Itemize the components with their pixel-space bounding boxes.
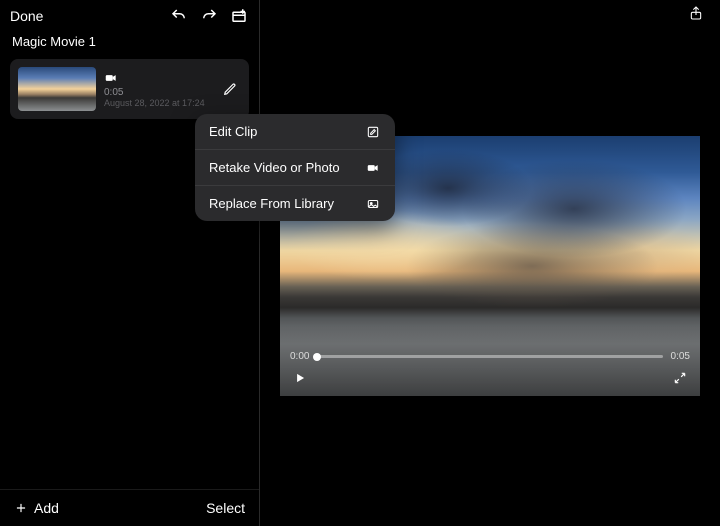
menu-edit-clip[interactable]: Edit Clip (195, 114, 395, 150)
current-time: 0:00 (290, 351, 309, 362)
total-time: 0:05 (671, 351, 690, 362)
plus-icon (14, 501, 28, 515)
photo-library-icon (365, 197, 381, 211)
add-label: Add (34, 500, 59, 516)
player-controls (290, 368, 690, 388)
main-top-bar (260, 0, 720, 26)
camera-icon (365, 161, 381, 175)
menu-replace-label: Replace From Library (209, 196, 334, 211)
share-button[interactable] (686, 3, 706, 23)
redo-button[interactable] (199, 6, 219, 26)
clip-date: August 28, 2022 at 17:24 (104, 98, 211, 108)
clip-context-menu: Edit Clip Retake Video or Photo Replace … (195, 114, 395, 221)
menu-replace[interactable]: Replace From Library (195, 186, 395, 221)
pencil-icon (223, 82, 237, 96)
undo-button[interactable] (169, 6, 189, 26)
select-button[interactable]: Select (206, 500, 245, 516)
menu-retake[interactable]: Retake Video or Photo (195, 150, 395, 186)
clip-card[interactable]: 0:05 August 28, 2022 at 17:24 (10, 59, 249, 119)
play-button[interactable] (290, 368, 310, 388)
scrubber-knob[interactable] (313, 353, 321, 361)
edit-square-icon (365, 125, 381, 139)
menu-retake-label: Retake Video or Photo (209, 160, 340, 175)
clip-meta: 0:05 August 28, 2022 at 17:24 (104, 71, 211, 108)
edit-clip-button[interactable] (219, 78, 241, 100)
clip-duration: 0:05 (104, 87, 211, 98)
sidebar-top-row: Done (0, 0, 259, 28)
undo-icon (170, 7, 188, 25)
project-title: Magic Movie 1 (0, 28, 259, 59)
done-button[interactable]: Done (10, 8, 43, 24)
scrubber-track[interactable] (317, 355, 662, 358)
play-icon (293, 371, 307, 385)
sidebar-bottom-bar: Add Select (0, 489, 259, 526)
filmstrip-plus-icon (230, 7, 248, 25)
expand-icon (673, 371, 687, 385)
add-button[interactable]: Add (14, 500, 59, 516)
add-media-button[interactable] (229, 6, 249, 26)
timeline: 0:00 0:05 (290, 351, 690, 362)
video-icon (104, 71, 118, 85)
player-wrap: 0:00 0:05 (260, 26, 720, 526)
clip-thumbnail (18, 67, 96, 111)
fullscreen-button[interactable] (670, 368, 690, 388)
menu-edit-label: Edit Clip (209, 124, 257, 139)
redo-icon (200, 7, 218, 25)
share-icon (688, 3, 704, 23)
main-area: 0:00 0:05 (260, 0, 720, 526)
sidebar: Done Magic Movie 1 0:05 A (0, 0, 260, 526)
